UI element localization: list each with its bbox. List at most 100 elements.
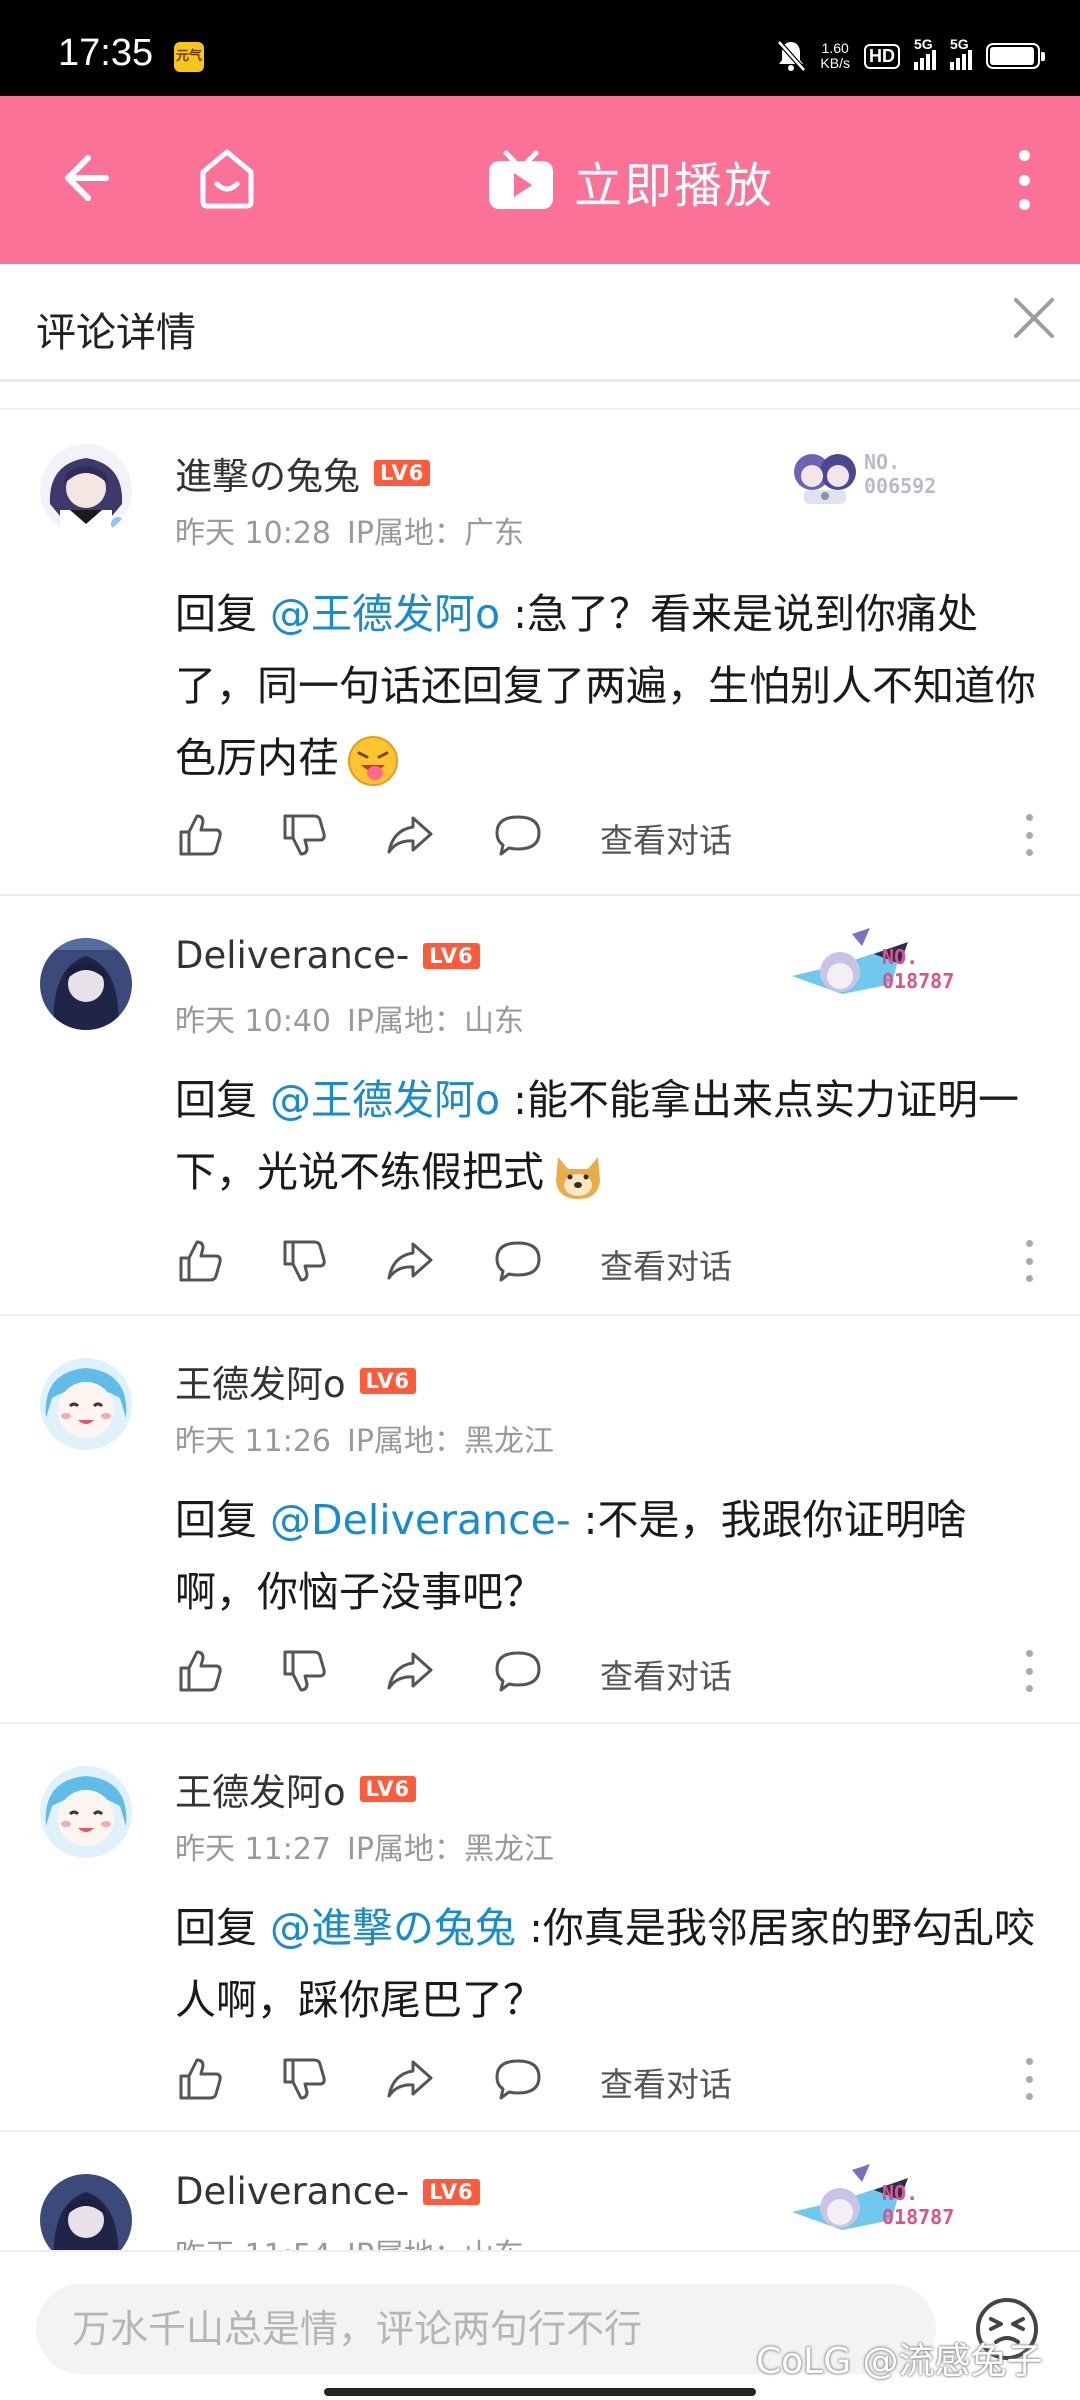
- reply-bubble-icon[interactable]: [493, 1646, 543, 1696]
- mention-link[interactable]: @王德发阿o: [270, 1076, 500, 1124]
- share-icon[interactable]: [385, 810, 435, 860]
- fan-badge[interactable]: NO. 006592: [790, 442, 936, 506]
- avatar[interactable]: [40, 2174, 132, 2250]
- net-speed-unit: KB/s: [820, 55, 850, 71]
- username[interactable]: 王德发阿o: [175, 1354, 346, 1408]
- comment-more-icon[interactable]: [1023, 814, 1035, 856]
- back-arrow-icon[interactable]: [54, 148, 114, 208]
- reply-prefix: 回复: [175, 1076, 271, 1124]
- signal-sim1-icon: 5G: [914, 36, 936, 70]
- view-conversation-link[interactable]: 查看对话: [600, 1650, 732, 1698]
- view-conversation-link[interactable]: 查看对话: [600, 1240, 732, 1288]
- ip-location: IP属地：黑龙江: [347, 1424, 554, 1459]
- thumbs-down-icon[interactable]: [279, 1236, 329, 1286]
- avatar[interactable]: [40, 938, 132, 1030]
- thumbs-down-icon[interactable]: [279, 810, 329, 860]
- fan-badge[interactable]: NO. 018787: [782, 924, 954, 1014]
- level-badge: LV6: [359, 1368, 416, 1394]
- username[interactable]: 進撃の兔兔: [175, 446, 360, 500]
- comment-body: 回复 @王德发阿o :能不能拿出来点实力证明一下，光说不练假把式: [175, 1064, 1045, 1208]
- username[interactable]: Deliverance-: [175, 934, 409, 977]
- status-indicators: 1.60 KB/s HD 5G 5G: [776, 36, 1045, 76]
- reply-bubble-icon[interactable]: [493, 2054, 543, 2104]
- battery-fill: [990, 47, 1034, 65]
- comment-time: 昨天 10:40: [175, 1004, 331, 1039]
- comment-time: 昨天 10:28: [175, 516, 331, 551]
- app-notification-icon: 元气: [174, 42, 204, 72]
- comment-actions: 查看对话: [175, 1236, 1035, 1292]
- comment-meta: 昨天 11:54 IP属地：山东: [175, 2230, 524, 2250]
- username[interactable]: Deliverance-: [175, 2170, 409, 2213]
- badge-no-label: NO.: [864, 450, 901, 474]
- net-speed: 1.60 KB/s: [820, 41, 850, 71]
- more-options-icon[interactable]: [1014, 150, 1034, 210]
- comment-actions: 查看对话: [175, 1646, 1035, 1702]
- reply-prefix: 回复: [175, 1904, 271, 1952]
- thumbs-up-icon[interactable]: [175, 810, 225, 860]
- thumbs-up-icon[interactable]: [175, 2054, 225, 2104]
- status-bar: 17:35 元气 1.60 KB/s HD 5G 5G: [0, 0, 1080, 96]
- mention-link[interactable]: @王德发阿o: [270, 590, 500, 638]
- fan-badge[interactable]: NO. 018787: [782, 2160, 954, 2250]
- share-icon[interactable]: [385, 1236, 435, 1286]
- thumbs-down-icon[interactable]: [279, 1646, 329, 1696]
- signal-sim2-icon: 5G: [950, 36, 972, 70]
- play-now-button[interactable]: 立即播放: [486, 146, 774, 216]
- mention-link[interactable]: @Deliverance-: [270, 1496, 571, 1544]
- level-badge: LV6: [423, 942, 480, 969]
- hd-badge: HD: [864, 43, 900, 69]
- comment-more-icon[interactable]: [1023, 2058, 1035, 2100]
- share-icon[interactable]: [385, 2054, 435, 2104]
- username-row: Deliverance- LV6: [175, 934, 480, 977]
- view-conversation-link[interactable]: 查看对话: [600, 814, 732, 862]
- ip-location: IP属地：山东: [347, 2238, 524, 2250]
- thumbs-up-icon[interactable]: [175, 1236, 225, 1286]
- fan-badge-image: [794, 454, 856, 504]
- comment-actions: 查看对话: [175, 2054, 1035, 2110]
- badge-no-label: NO.: [882, 945, 919, 969]
- level-badge: LV6: [423, 2178, 480, 2205]
- comment-input-bar: CoLG @流感兔子: [0, 2250, 1080, 2400]
- mention-link[interactable]: @進撃の兔兔: [270, 1904, 516, 1952]
- comment-meta: 昨天 10:28 IP属地：广东: [175, 508, 524, 552]
- ip-location: IP属地：黑龙江: [347, 1832, 554, 1867]
- comment-item: 王德发阿o LV6 昨天 11:27 IP属地：黑龙江 回复 @進撃の兔兔 :你真…: [0, 1724, 1080, 2132]
- comment-actions: 查看对话: [175, 810, 1035, 866]
- close-icon[interactable]: [1010, 294, 1058, 342]
- avatar[interactable]: [40, 1766, 132, 1858]
- home-indicator[interactable]: [324, 2388, 756, 2396]
- watermark: CoLG @流感兔子: [756, 2341, 1043, 2382]
- username-row: 王德发阿o LV6: [175, 1354, 416, 1408]
- thumbs-down-icon[interactable]: [279, 2054, 329, 2104]
- tv-play-icon: [489, 150, 553, 209]
- reply-prefix: 回复: [175, 590, 271, 638]
- share-icon[interactable]: [385, 1646, 435, 1696]
- status-time: 17:35: [58, 32, 154, 74]
- badge-no-label: NO.: [882, 2181, 919, 2205]
- silent-bell-icon: [777, 40, 807, 72]
- comment-item: 進撃の兔兔 LV6 昨天 10:28 IP属地：广东 NO. 006592 回复 …: [0, 410, 1080, 896]
- reply-prefix: 回复: [175, 1496, 271, 1544]
- avatar[interactable]: [40, 444, 132, 536]
- comment-meta: 昨天 10:40 IP属地：山东: [175, 996, 524, 1040]
- battery-icon: [986, 43, 1045, 69]
- fan-badge-number: NO. 018787: [882, 945, 954, 993]
- badge-number: 018787: [882, 2205, 955, 2229]
- comment-more-icon[interactable]: [1023, 1240, 1035, 1282]
- username-row: 王德发阿o LV6: [175, 1762, 416, 1816]
- comment-more-icon[interactable]: [1023, 1650, 1035, 1692]
- thumbs-up-icon[interactable]: [175, 1646, 225, 1696]
- reply-bubble-icon[interactable]: [493, 1236, 543, 1286]
- reply-bubble-icon[interactable]: [493, 810, 543, 860]
- ip-location: IP属地：广东: [347, 516, 524, 551]
- comment-time: 昨天 11:27: [175, 1832, 331, 1867]
- ip-location: IP属地：山东: [347, 1004, 524, 1039]
- avatar[interactable]: [40, 1358, 132, 1450]
- comment-time: 昨天 11:54: [175, 2238, 331, 2250]
- comment-item: Deliverance- LV6 昨天 11:54 IP属地：山东 NO. 018…: [0, 2132, 1080, 2250]
- username[interactable]: 王德发阿o: [175, 1762, 346, 1816]
- view-conversation-link[interactable]: 查看对话: [600, 2058, 732, 2106]
- badge-number: 018787: [882, 969, 955, 993]
- home-icon[interactable]: [196, 146, 258, 210]
- comment-body: 回复 @進撃の兔兔 :你真是我邻居家的野勾乱咬人啊，踩你尾巴了？: [175, 1892, 1045, 2036]
